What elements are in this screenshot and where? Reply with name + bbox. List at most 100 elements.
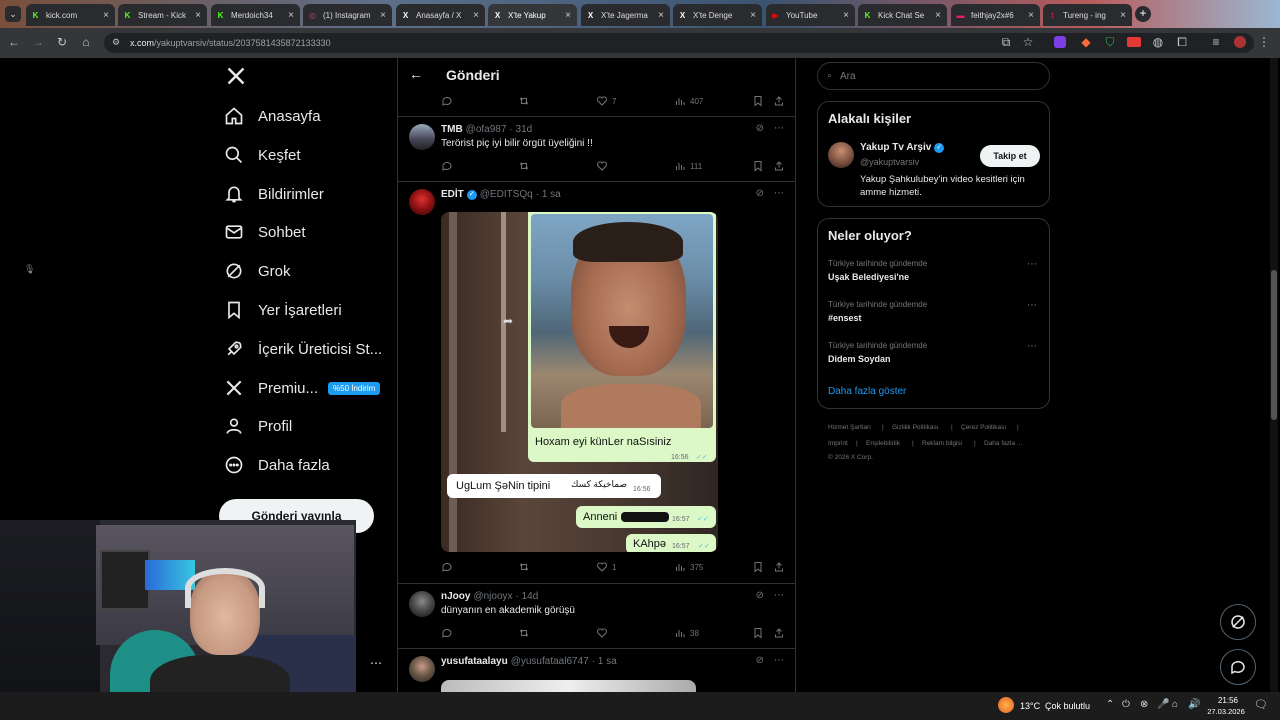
tray-app-icon[interactable]: ⊗ — [1140, 699, 1148, 710]
browser-tab[interactable]: X X'te Denge × — [673, 4, 762, 26]
media-control-icon[interactable]: ≡ — [1208, 34, 1224, 50]
tray-app-icon[interactable]: ⏻ — [1122, 699, 1130, 710]
views-button[interactable]: 38 — [674, 627, 699, 639]
author-name[interactable]: nJooy — [441, 591, 470, 602]
user-handle[interactable]: @yakuptvarsiv — [860, 157, 919, 167]
install-app-icon[interactable]: ⧉ — [998, 34, 1014, 50]
author-handle[interactable]: @yusufataal6747 — [511, 656, 589, 667]
nav-item-chat[interactable]: Sohbet — [224, 216, 306, 248]
more-icon[interactable]: ⋯ — [1027, 341, 1037, 352]
nav-item-profile[interactable]: Profil — [224, 410, 292, 442]
tab-close-icon[interactable]: × — [378, 10, 388, 21]
browser-menu-icon[interactable]: ⋮ — [1256, 34, 1272, 50]
home-browser-icon[interactable]: ⌂ — [78, 34, 94, 50]
like-button[interactable]: 7 — [596, 95, 616, 107]
back-icon[interactable]: ← — [6, 34, 22, 50]
bookmark-button[interactable] — [752, 561, 764, 573]
volume-icon[interactable]: 🔊 — [1188, 699, 1200, 710]
footer-link[interactable]: Daha fazla ... — [984, 440, 1022, 447]
tab-close-icon[interactable]: × — [471, 10, 481, 21]
views-button[interactable]: 375 — [674, 561, 703, 573]
footer-link[interactable]: Reklam bilgisi — [922, 440, 962, 447]
browser-tab[interactable]: K Kick Chat Se × — [858, 4, 947, 26]
avatar[interactable] — [409, 124, 435, 150]
trend-item[interactable]: Türkiye tarihinde gündemde Didem Soydan … — [818, 338, 1049, 378]
share-button[interactable] — [773, 95, 785, 107]
grok-fab-button[interactable] — [1220, 604, 1256, 640]
scrollbar-thumb[interactable] — [1271, 270, 1277, 420]
share-button[interactable] — [773, 627, 785, 639]
trend-item[interactable]: Türkiye tarihinde gündemde #ensest ⋯ — [818, 297, 1049, 337]
browser-tab[interactable]: Kkick.com × — [26, 4, 115, 26]
author-name[interactable]: EDİT — [441, 189, 464, 200]
tab-close-icon[interactable]: × — [193, 10, 203, 21]
reply-post[interactable]: nJooy @njooyx · 14d ⊘ ⋯ dünyanın en akade… — [398, 584, 795, 649]
like-button[interactable] — [596, 627, 608, 639]
tab-close-icon[interactable]: × — [286, 10, 296, 21]
bookmark-button[interactable] — [752, 627, 764, 639]
follow-button[interactable]: Takip et — [980, 145, 1040, 167]
reply-button[interactable] — [441, 561, 453, 573]
reply-button[interactable] — [441, 160, 453, 172]
tab-close-icon[interactable]: × — [563, 10, 573, 21]
author-handle[interactable]: @njooyx — [473, 591, 512, 602]
bookmark-button[interactable] — [752, 160, 764, 172]
new-tab-button[interactable]: + — [1135, 6, 1151, 22]
more-icon[interactable]: ⋯ — [774, 188, 784, 199]
post-time[interactable]: · 14d — [516, 591, 539, 602]
nav-item-notifications[interactable]: Bildirimler — [224, 178, 324, 210]
bookmark-star-icon[interactable]: ☆ — [1020, 34, 1036, 50]
account-menu-icon[interactable]: ⋯ — [370, 656, 382, 670]
post-media-image[interactable]: ➦ Hoxam eyi künLer naSısiniz 16:56 ✓✓ Ug… — [441, 212, 718, 552]
reply-post[interactable]: TMB @ofa987 · 31d ⊘ ⋯ Terörist piç iyi bi… — [398, 117, 795, 182]
reply-button[interactable] — [441, 627, 453, 639]
footer-link[interactable]: Erişilebilirlik — [866, 440, 900, 447]
grok-icon[interactable]: ⊘ — [756, 590, 764, 601]
views-button[interactable]: 111 — [674, 160, 702, 172]
nav-item-more[interactable]: Daha fazla — [224, 449, 330, 481]
tab-close-icon[interactable]: × — [933, 10, 943, 21]
tab-close-icon[interactable]: × — [101, 10, 111, 21]
extension-shield-icon[interactable]: ⛉ — [1102, 34, 1118, 50]
reply-post[interactable]: EDİT ✓ @EDITSQq · 1 sa ⊘ ⋯ ➦ Hoxam eyi kü… — [398, 182, 795, 584]
extension-circle-icon[interactable]: ◍ — [1150, 34, 1166, 50]
page-scrollbar[interactable] — [1270, 58, 1278, 692]
weather-temp[interactable]: 13°C — [1020, 701, 1040, 711]
reply-button[interactable] — [441, 95, 453, 107]
search-input[interactable]: ⌕ Ara — [817, 62, 1050, 90]
weather-text[interactable]: Çok bulutlu — [1045, 701, 1090, 711]
browser-tab[interactable]: ▶ YouTube × — [766, 4, 855, 26]
more-icon[interactable]: ⋯ — [774, 590, 784, 601]
microphone-icon[interactable]: 🎤 — [1157, 699, 1169, 710]
reload-icon[interactable]: ↻ — [54, 34, 70, 50]
bookmark-button[interactable] — [752, 95, 764, 107]
tab-search-button[interactable]: ⌄ — [5, 6, 21, 22]
profile-avatar-icon[interactable] — [1234, 36, 1246, 48]
post-time[interactable]: · 1 sa — [592, 656, 617, 667]
tray-chevron-icon[interactable]: ⌃ — [1106, 699, 1114, 710]
nav-item-explore[interactable]: Keşfet — [224, 139, 301, 171]
more-icon[interactable]: ⋯ — [1027, 300, 1037, 311]
network-icon[interactable]: ⌂ — [1172, 699, 1178, 710]
messages-fab-button[interactable] — [1220, 649, 1256, 685]
tab-close-icon[interactable]: × — [1118, 10, 1128, 21]
weather-icon[interactable] — [998, 697, 1014, 713]
more-icon[interactable]: ⋯ — [774, 123, 784, 134]
back-arrow-icon[interactable]: ← — [409, 66, 423, 82]
author-name[interactable]: yusufataalayu — [441, 656, 508, 667]
browser-tab[interactable]: X X'te Jagerma × — [581, 4, 670, 26]
avatar[interactable] — [409, 656, 435, 682]
author-name[interactable]: TMB — [441, 124, 463, 135]
more-icon[interactable]: ⋯ — [774, 655, 784, 666]
nav-item-premium[interactable]: Premiu... %50 İndirim — [224, 372, 381, 404]
avatar[interactable] — [409, 591, 435, 617]
nav-item-grok[interactable]: Grok — [224, 255, 291, 287]
extensions-puzzle-icon[interactable]: ⧠ — [1174, 34, 1190, 50]
grok-icon[interactable]: ⊘ — [756, 188, 764, 199]
repost-button[interactable] — [518, 627, 530, 639]
author-handle[interactable]: @ofa987 — [466, 124, 507, 135]
tab-close-icon[interactable]: × — [656, 10, 666, 21]
extension-purple-icon[interactable] — [1054, 36, 1066, 48]
footer-link[interactable]: Gizlilik Politikası — [892, 424, 939, 431]
browser-tab[interactable]: ▬ feithjay2x#6 × — [951, 4, 1040, 26]
